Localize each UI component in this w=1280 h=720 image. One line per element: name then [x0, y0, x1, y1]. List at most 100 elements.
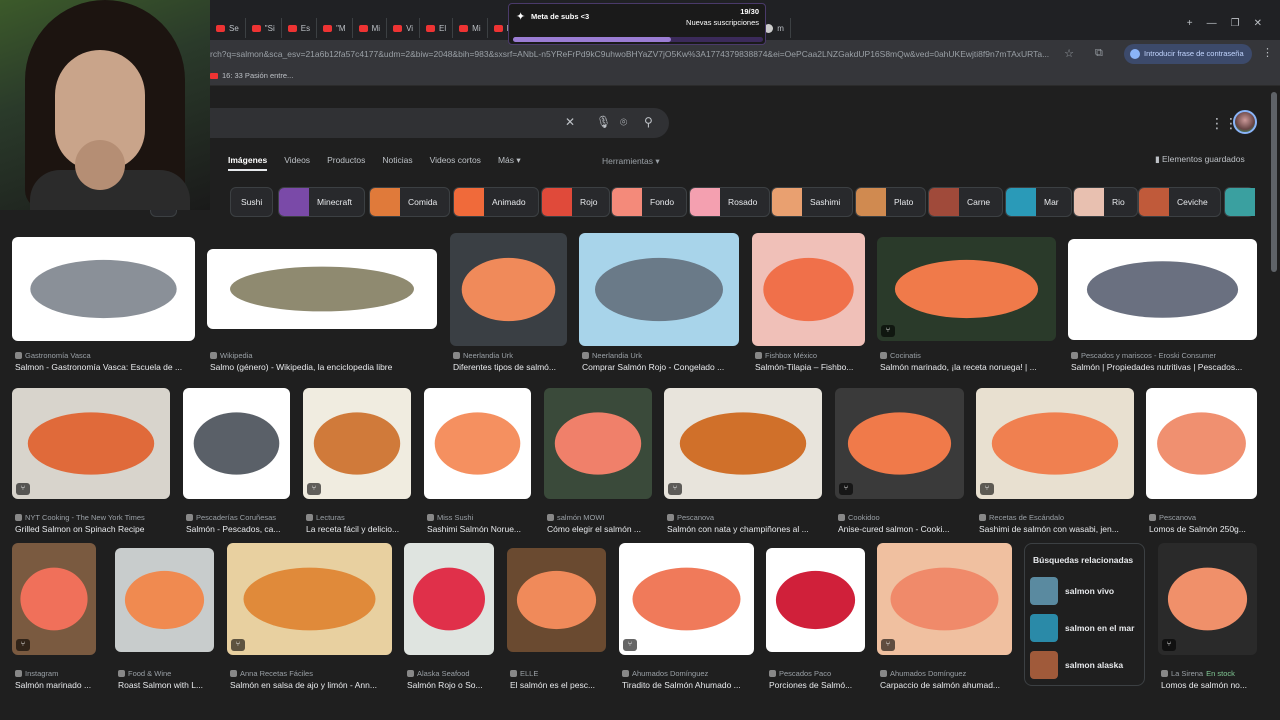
tab-videos-cortos[interactable]: Videos cortos: [430, 155, 481, 171]
browser-tab[interactable]: "Si: [246, 18, 282, 38]
result-source[interactable]: Lecturas: [306, 513, 424, 522]
result-source[interactable]: Gastronomía Vasca: [15, 351, 208, 360]
result-title[interactable]: Porciones de Salmó...: [769, 680, 878, 690]
image-result[interactable]: salmón MOWI Cómo elegir el salmón ...: [544, 388, 652, 539]
result-thumbnail[interactable]: [976, 388, 1134, 499]
result-title[interactable]: Carpaccio de salmón ahumad...: [880, 680, 1025, 690]
bookmark-item[interactable]: 16: 33 Pasión entre...: [210, 71, 293, 80]
result-thumbnail[interactable]: [766, 548, 865, 652]
image-result[interactable]: ⑂ Recetas de Escándalo Sashimi de salmón c…: [976, 388, 1134, 539]
image-result[interactable]: Gastronomía Vasca Salmon - Gastronomía Va…: [12, 237, 195, 381]
tab-videos[interactable]: Videos: [284, 155, 310, 171]
image-result[interactable]: ⑂ Ahumados Domínguez Carpaccio de salmón a…: [877, 543, 1012, 695]
result-title[interactable]: Lomos de Salmón 250g...: [1149, 524, 1270, 534]
tab-más[interactable]: Más ▾: [498, 155, 521, 171]
image-result[interactable]: Pescados Paco Porciones de Salmó...: [766, 548, 865, 692]
saved-items-link[interactable]: ▮ Elementos guardados: [1155, 154, 1245, 165]
result-thumbnail[interactable]: [752, 233, 865, 346]
result-source[interactable]: Food & Wine: [118, 669, 227, 678]
result-thumbnail[interactable]: [404, 543, 494, 655]
browser-tab[interactable]: "M: [317, 18, 353, 38]
result-thumbnail[interactable]: [619, 543, 754, 655]
browser-tab[interactable]: Mi: [353, 18, 388, 38]
clear-icon[interactable]: ✕: [565, 115, 575, 129]
result-source[interactable]: La Sirena En stock: [1161, 669, 1270, 678]
maximize-icon[interactable]: ❐: [1231, 18, 1240, 29]
result-title[interactable]: Comprar Salmón Rojo - Congelado ...: [582, 362, 752, 372]
result-thumbnail[interactable]: [12, 388, 170, 499]
image-result[interactable]: Fishbox México Salmón-Tilapia – Fishbo...: [752, 233, 865, 386]
close-window-icon[interactable]: ✕: [1254, 18, 1262, 29]
result-title[interactable]: Lomos de salmón no...: [1161, 680, 1270, 690]
tab-productos[interactable]: Productos: [327, 155, 365, 171]
avatar[interactable]: [1233, 110, 1257, 134]
search-box[interactable]: ✕ 🎙 ⌾ ⚲: [210, 108, 669, 138]
tab-imágenes[interactable]: Imágenes: [228, 155, 268, 171]
tools-menu[interactable]: Herramientas ▾: [602, 156, 660, 167]
result-thumbnail[interactable]: [227, 543, 392, 655]
result-title[interactable]: Salmón marinado ...: [15, 680, 109, 690]
result-source[interactable]: ELLE: [510, 669, 619, 678]
result-source[interactable]: Pescados Paco: [769, 669, 878, 678]
scrollbar[interactable]: [1271, 92, 1277, 272]
related-search-item[interactable]: salmon alaska: [1030, 651, 1142, 679]
result-title[interactable]: Salmón con nata y champiñones al ...: [667, 524, 835, 534]
result-source[interactable]: Neerlandia Urk: [582, 351, 752, 360]
result-thumbnail[interactable]: [183, 388, 290, 499]
image-result[interactable]: Pescanova Lomos de Salmón 250g...: [1146, 388, 1257, 539]
result-title[interactable]: Diferentes tipos de salmó...: [453, 362, 580, 372]
result-thumbnail[interactable]: [12, 237, 195, 341]
result-thumbnail[interactable]: [1146, 388, 1257, 499]
result-title[interactable]: Anise-cured salmon - Cooki...: [838, 524, 977, 534]
image-result[interactable]: Neerlandia Urk Diferentes tipos de salmó.…: [450, 233, 567, 386]
result-source[interactable]: Pescados y mariscos - Eroski Consumer: [1071, 351, 1270, 360]
image-result[interactable]: ⑂ Anna Recetas Fáciles Salmón en salsa de …: [227, 543, 392, 695]
result-source[interactable]: Ahumados Domínguez: [880, 669, 1025, 678]
image-result[interactable]: ⑂ La Sirena En stock Lomos de salmón no...: [1158, 543, 1257, 695]
microphone-icon[interactable]: 🎙: [596, 115, 611, 129]
result-title[interactable]: La receta fácil y delicio...: [306, 524, 424, 534]
chip-animado[interactable]: Animado: [453, 187, 539, 217]
result-thumbnail[interactable]: [207, 249, 437, 329]
image-result[interactable]: ⑂ Cookidoo Anise-cured salmon - Cooki...: [835, 388, 964, 539]
result-title[interactable]: Sashimi de salmón con wasabi, jen...: [979, 524, 1147, 534]
url-text[interactable]: rch?q=salmon&sca_esv=21a6b12fa57c4177&ud…: [210, 49, 1049, 59]
browser-tab[interactable]: Vi: [387, 18, 421, 38]
result-source[interactable]: NYT Cooking - The New York Times: [15, 513, 183, 522]
result-source[interactable]: Pescaderías Coruñesas: [186, 513, 303, 522]
image-result[interactable]: ⑂ Lecturas La receta fácil y delicio...: [303, 388, 411, 539]
image-result[interactable]: Pescaderías Coruñesas Salmón - Pescados, …: [183, 388, 290, 539]
address-bar[interactable]: rch?q=salmon&sca_esv=21a6b12fa57c4177&ud…: [210, 44, 1080, 64]
image-result[interactable]: Alaska Seafood Salmón Rojo o So...: [404, 543, 494, 695]
chip-rio[interactable]: Rio: [1073, 187, 1138, 217]
image-result[interactable]: ELLE El salmón es el pesc...: [507, 548, 606, 692]
chip-plato[interactable]: Plato: [855, 187, 927, 217]
passphrase-button[interactable]: Introducir frase de contraseña: [1124, 44, 1252, 64]
result-source[interactable]: Miss Sushi: [427, 513, 544, 522]
result-title[interactable]: Cómo elegir el salmón ...: [547, 524, 665, 534]
result-title[interactable]: Salmón en salsa de ajo y limón - Ann...: [230, 680, 405, 690]
result-source[interactable]: Pescanova: [667, 513, 835, 522]
image-result[interactable]: Pescados y mariscos - Eroski Consumer Sal…: [1068, 239, 1257, 380]
lens-icon[interactable]: ⌾: [620, 115, 627, 130]
result-title[interactable]: El salmón es el pesc...: [510, 680, 619, 690]
related-search-item[interactable]: salmon vivo: [1030, 577, 1142, 605]
chip-carne[interactable]: Carne: [928, 187, 1004, 217]
bookmark-star-icon[interactable]: ☆: [1064, 44, 1074, 64]
image-result[interactable]: Food & Wine Roast Salmon with L...: [115, 548, 214, 692]
chip-sashimi[interactable]: Sashimi: [771, 187, 854, 217]
chip-comida[interactable]: Comida: [369, 187, 451, 217]
image-result[interactable]: ⑂ NYT Cooking - The New York Times Grilled…: [12, 388, 170, 539]
result-title[interactable]: Salmón marinado, ¡la receta noruega! | .…: [880, 362, 1069, 372]
result-source[interactable]: Instagram: [15, 669, 109, 678]
result-thumbnail[interactable]: [507, 548, 606, 652]
browser-tab[interactable]: Se: [210, 18, 246, 38]
search-icon[interactable]: ⚲: [644, 115, 653, 129]
tab-noticias[interactable]: Noticias: [382, 155, 412, 171]
result-title[interactable]: Salmón | Propiedades nutritivas | Pescad…: [1071, 362, 1270, 372]
minimize-icon[interactable]: —: [1207, 18, 1217, 29]
result-title[interactable]: Salmón-Tilapia – Fishbo...: [755, 362, 878, 372]
result-source[interactable]: Cocinatis: [880, 351, 1069, 360]
result-title[interactable]: Salmón - Pescados, ca...: [186, 524, 303, 534]
result-title[interactable]: Salmon - Gastronomía Vasca: Escuela de .…: [15, 362, 208, 372]
